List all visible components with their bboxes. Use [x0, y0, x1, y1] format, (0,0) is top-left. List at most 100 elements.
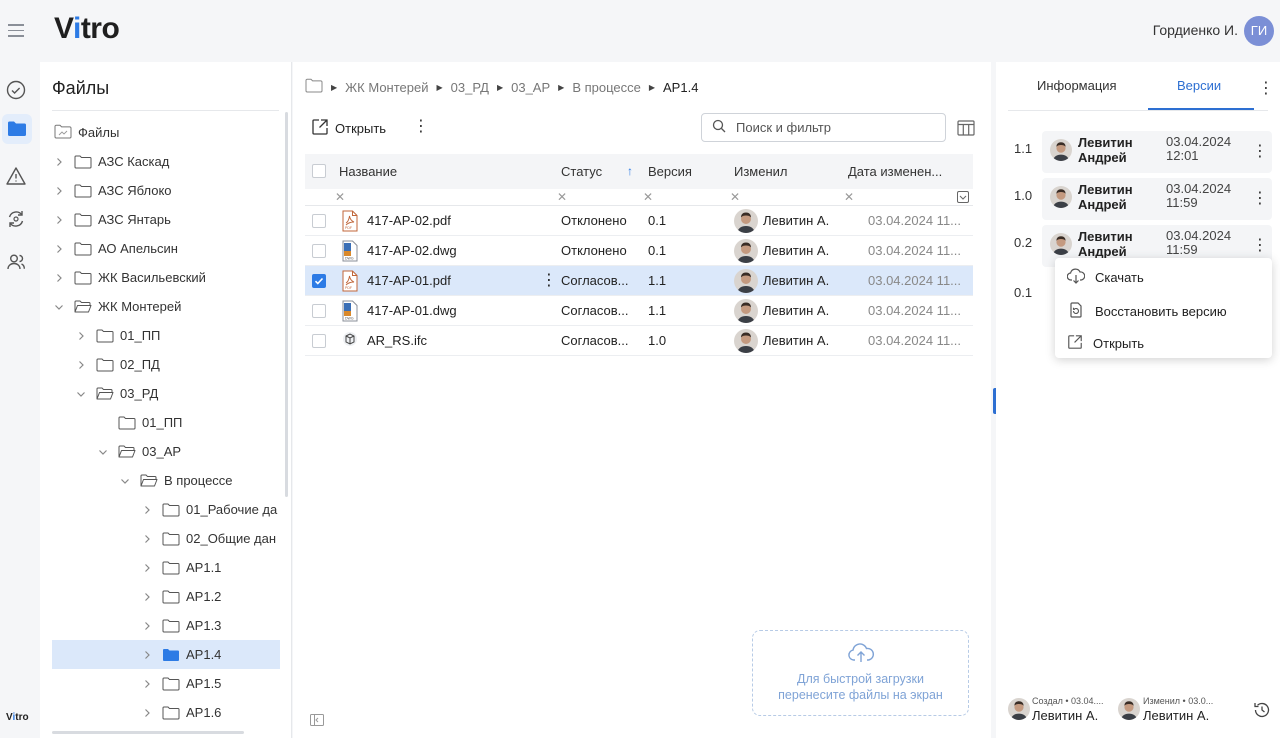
- user-name[interactable]: Гордиенко И.: [1153, 22, 1238, 38]
- chevron-down-icon[interactable]: [74, 387, 88, 401]
- file-name[interactable]: 417-АР-01.pdf: [367, 266, 537, 296]
- tree-item[interactable]: АР1.4: [52, 640, 280, 669]
- tree-horizontal-scrollbar[interactable]: [52, 731, 244, 734]
- sync-icon[interactable]: [4, 207, 28, 231]
- tree-item[interactable]: В процессе: [118, 466, 280, 495]
- tree-item[interactable]: 01_ПП: [74, 321, 280, 350]
- breadcrumb-item[interactable]: В процессе: [572, 80, 641, 95]
- tree-item[interactable]: ЖК Монтерей: [52, 292, 280, 321]
- warning-icon[interactable]: [4, 164, 28, 188]
- version-more-icon[interactable]: ⋮: [1252, 141, 1268, 161]
- tree-item[interactable]: АР1.2: [140, 582, 280, 611]
- chevron-right-icon[interactable]: [140, 561, 154, 575]
- tree-item[interactable]: 02_Общие дан: [140, 524, 280, 553]
- folder-icon[interactable]: [2, 114, 32, 144]
- tree-item[interactable]: 02_ПД: [74, 350, 280, 379]
- chevron-right-icon[interactable]: [74, 358, 88, 372]
- clear-filter-icon[interactable]: ✕: [335, 189, 345, 206]
- chevron-right-icon[interactable]: [52, 271, 66, 285]
- column-name[interactable]: Название: [339, 154, 397, 189]
- chevron-right-icon[interactable]: [52, 184, 66, 198]
- chevron-right-icon[interactable]: [52, 242, 66, 256]
- tab-versions[interactable]: Версии: [1177, 78, 1221, 93]
- row-checkbox[interactable]: [312, 244, 326, 258]
- column-date[interactable]: Дата изменен...: [848, 154, 973, 189]
- search-input[interactable]: Поиск и фильтр: [701, 113, 946, 142]
- menu-item-open[interactable]: Открыть: [1067, 334, 1144, 353]
- check-circle-icon[interactable]: [4, 78, 28, 102]
- file-name[interactable]: 417-АР-02.pdf: [367, 206, 537, 236]
- breadcrumb-item[interactable]: 03_РД: [451, 80, 489, 95]
- chevron-down-icon[interactable]: [118, 474, 132, 488]
- columns-icon[interactable]: [957, 119, 975, 137]
- menu-icon[interactable]: [6, 20, 26, 40]
- tree-item[interactable]: АР1.3: [140, 611, 280, 640]
- tree-scrollbar[interactable]: [285, 112, 288, 497]
- clear-filter-icon[interactable]: ✕: [730, 189, 740, 206]
- home-folder-icon[interactable]: [305, 78, 323, 96]
- chevron-right-icon[interactable]: [52, 213, 66, 227]
- tree-item[interactable]: АР1.5: [140, 669, 280, 698]
- row-checkbox[interactable]: [312, 214, 326, 228]
- user-avatar[interactable]: ГИ: [1244, 16, 1274, 46]
- row-checkbox[interactable]: [312, 304, 326, 318]
- column-status[interactable]: Статус: [561, 154, 602, 189]
- chevron-down-icon[interactable]: [96, 445, 110, 459]
- chevron-right-icon[interactable]: [74, 329, 88, 343]
- history-icon[interactable]: [1252, 700, 1272, 723]
- version-more-icon[interactable]: ⋮: [1252, 188, 1268, 208]
- tree-item[interactable]: АО Апельсин: [52, 234, 280, 263]
- users-icon[interactable]: [4, 250, 28, 274]
- tree-item[interactable]: 01_Рабочие да: [140, 495, 280, 524]
- open-button[interactable]: Открыть: [311, 118, 386, 139]
- row-more-icon[interactable]: ⋮: [541, 266, 551, 296]
- select-all-checkbox[interactable]: [312, 164, 326, 178]
- tab-information[interactable]: Информация: [1037, 78, 1117, 93]
- file-name[interactable]: 417-АР-02.dwg: [367, 236, 537, 266]
- version-card[interactable]: Левитин Андрей 03.04.2024 11:59 ⋮: [1042, 178, 1272, 220]
- tree-item[interactable]: АР1.6: [140, 698, 280, 727]
- chevron-right-icon[interactable]: [140, 532, 154, 546]
- sort-ascending-icon[interactable]: ↑: [627, 154, 633, 189]
- table-row[interactable]: PDF 417-АР-02.pdf Отклонено 0.1 Левитин А. 03…: [305, 206, 973, 236]
- column-version[interactable]: Версия: [648, 154, 692, 189]
- version-more-icon[interactable]: ⋮: [1252, 235, 1268, 255]
- tree-item[interactable]: АЗС Каскад: [52, 147, 280, 176]
- tree-item[interactable]: АЗС Яблоко: [52, 176, 280, 205]
- chevron-right-icon[interactable]: [140, 648, 154, 662]
- table-row[interactable]: DWG 417-АР-02.dwg Отклонено 0.1 Левитин А. 03…: [305, 236, 973, 266]
- tree-item[interactable]: 03_АР: [96, 437, 280, 466]
- chevron-down-icon[interactable]: [52, 300, 66, 314]
- tree-root[interactable]: Файлы: [52, 118, 280, 147]
- chevron-right-icon[interactable]: [140, 619, 154, 633]
- tree-item[interactable]: 01_ПП: [96, 408, 280, 437]
- chevron-right-icon[interactable]: [140, 677, 154, 691]
- clear-filter-icon[interactable]: ✕: [643, 189, 653, 206]
- chevron-right-icon[interactable]: [140, 590, 154, 604]
- more-actions-icon[interactable]: ⋮: [413, 118, 429, 136]
- menu-item-restore-version[interactable]: Восстановить версию: [1067, 301, 1227, 322]
- file-name[interactable]: AR_RS.ifc: [367, 326, 537, 356]
- breadcrumb-item[interactable]: 03_АР: [511, 80, 550, 95]
- version-card[interactable]: Левитин Андрей 03.04.2024 12:01 ⋮: [1042, 131, 1272, 173]
- breadcrumb-item[interactable]: АР1.4: [663, 80, 698, 95]
- row-checkbox[interactable]: [312, 334, 326, 348]
- file-name[interactable]: 417-АР-01.dwg: [367, 296, 537, 326]
- table-row[interactable]: DWG 417-АР-01.dwg Согласов... 1.1 Левитин А.…: [305, 296, 973, 326]
- clear-filter-icon[interactable]: ✕: [844, 189, 854, 206]
- collapse-panel-icon[interactable]: [309, 712, 325, 731]
- chevron-right-icon[interactable]: [140, 503, 154, 517]
- table-row[interactable]: PDF 417-АР-01.pdf ⋮ Согласов... 1.1 Левитин А…: [305, 266, 973, 296]
- tree-item[interactable]: ЖК Васильевский: [52, 263, 280, 292]
- chevron-right-icon[interactable]: [140, 706, 154, 720]
- panel-more-icon[interactable]: ⋮: [1258, 78, 1274, 98]
- tree-item[interactable]: 03_РД: [74, 379, 280, 408]
- row-checkbox[interactable]: [312, 274, 326, 288]
- column-modified-by[interactable]: Изменил: [734, 154, 788, 189]
- menu-item-download[interactable]: Скачать: [1066, 268, 1144, 287]
- clear-filter-icon[interactable]: ✕: [557, 189, 567, 206]
- breadcrumb-item[interactable]: ЖК Монтерей: [345, 80, 428, 95]
- tree-item[interactable]: АР1.1: [140, 553, 280, 582]
- chevron-right-icon[interactable]: [52, 155, 66, 169]
- table-row[interactable]: AR_RS.ifc Согласов... 1.0 Левитин А. 03.04.2…: [305, 326, 973, 356]
